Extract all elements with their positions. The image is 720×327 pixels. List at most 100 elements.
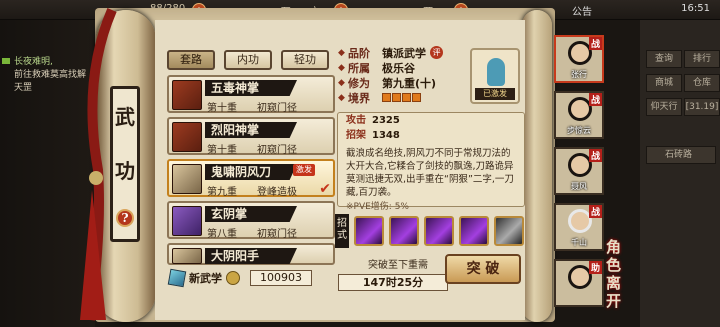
- clock: 16:51: [681, 3, 710, 14]
- realm-label: 境界: [348, 92, 370, 105]
- move-icon-2[interactable]: [389, 216, 419, 246]
- parry-label: 招架: [346, 130, 366, 141]
- skill-stats: 攻击 2325 招架 1348 截浪成名绝技,阴风刀不同于常规刀法的大开大合,它糅合…: [337, 112, 525, 212]
- skill-name: 烈阳神掌: [205, 122, 297, 138]
- skill-tabs: 套路 内功 轻功: [167, 50, 329, 70]
- skill-points-value: 100903: [250, 270, 312, 286]
- skill-book-icon: [172, 164, 202, 194]
- battle-badge: 战: [588, 37, 602, 50]
- skill-book-icon: [172, 122, 202, 152]
- moves-label: 招式: [335, 214, 349, 248]
- rank-button[interactable]: 排行: [684, 50, 720, 68]
- parry-stat: 招架 1348: [346, 128, 524, 143]
- skill-item-1[interactable]: 五毒神掌 第十重 初窥门径: [167, 75, 335, 114]
- skill-level: 第十重: [207, 103, 237, 114]
- diamond-icon: ◆: [338, 78, 345, 88]
- parry-value: 1348: [372, 130, 400, 141]
- breakthrough-requirement: 突破至下重需: [368, 260, 428, 271]
- skill-name: 鬼啸阴风刀: [205, 164, 297, 180]
- skill-list: 五毒神掌 第十重 初窥门径 烈阳神掌 第十重 初窥门径 鬼啸阴风刀 激发 第九重…: [167, 75, 335, 269]
- skill-item-5[interactable]: 大阴阳手: [167, 243, 335, 265]
- diamond-icon: ◆: [338, 93, 345, 103]
- diamond-icon: ◆: [338, 48, 345, 58]
- skill-book-icon: [172, 206, 202, 236]
- title-char-1: 武: [115, 105, 135, 130]
- skill-level: 第十重: [207, 145, 237, 156]
- new-skill-label[interactable]: 新武学: [189, 270, 222, 286]
- battle-badge: 战: [588, 149, 602, 162]
- skill-rank: 初窥门径: [257, 229, 297, 240]
- new-skill-bar: 新武学 100903: [167, 268, 337, 288]
- tab-light-skill[interactable]: 轻功: [281, 50, 329, 70]
- skill-rank: 初窥门径: [257, 145, 297, 156]
- character-card[interactable]: 战 步惊云: [554, 91, 604, 139]
- move-icon-4[interactable]: [459, 216, 489, 246]
- martial-arts-title: 武 功 ?: [110, 86, 140, 242]
- character-list: 战 张行 战 步惊云 战 聂风 战 千山 助: [554, 35, 610, 327]
- tab-routine[interactable]: 套路: [167, 50, 215, 70]
- content-area: 套路 内功 轻功 五毒神掌 第十重 初窥门径 烈阳神掌 第十重 初窥门径 鬼啸阴…: [155, 20, 525, 320]
- storage-button[interactable]: 仓库: [684, 74, 720, 92]
- skill-rank: 登峰造极: [257, 187, 297, 198]
- attack-stat: 攻击 2325: [346, 113, 524, 128]
- coin-icon: [226, 271, 240, 285]
- sect-label: 所属: [348, 62, 370, 75]
- notice-button[interactable]: 公告: [572, 3, 592, 18]
- attack-label: 攻击: [346, 115, 366, 126]
- attack-value: 2325: [372, 115, 400, 126]
- character-card[interactable]: 战 千山: [554, 203, 604, 251]
- battle-badge: 战: [588, 93, 602, 106]
- skill-item-3[interactable]: 鬼啸阴风刀 激发 第九重 登峰造极 ✔: [167, 159, 335, 198]
- skill-book-icon: [172, 80, 202, 110]
- character-card[interactable]: 助: [554, 259, 604, 307]
- query-button[interactable]: 查询: [646, 50, 682, 68]
- right-menu: 查询 排行 商城 仓库 仰天行 [31.19] 石砖路: [640, 20, 720, 327]
- battle-badge: 战: [588, 205, 602, 218]
- moves-row: 招式: [335, 214, 524, 248]
- pve-bonus: ※PVE增伤: 5%: [346, 202, 409, 212]
- grade-value: 镇派武学: [382, 47, 426, 60]
- meditating-figure-icon: [487, 58, 505, 86]
- skill-rank: 初窥门径: [257, 103, 297, 114]
- shop-button[interactable]: 商城: [646, 74, 682, 92]
- skill-level: 第八重: [207, 229, 237, 240]
- help-icon[interactable]: ?: [116, 208, 134, 227]
- character-name: 张行: [571, 70, 587, 79]
- move-icon-1[interactable]: [354, 216, 384, 246]
- move-icon-3[interactable]: [424, 216, 454, 246]
- cultivation-label: 修为: [348, 77, 370, 90]
- tab-inner-skill[interactable]: 内功: [224, 50, 272, 70]
- assist-badge: 助: [588, 261, 602, 274]
- checkmark-icon: ✔: [319, 181, 331, 197]
- character-name: 步惊云: [567, 126, 591, 135]
- skill-description: 截浪成名绝技,阴风刀不同于常规刀法的大开大合,它糅合了剑技的飘逸,刀路诡异莫测迅…: [346, 148, 514, 198]
- skill-name: 玄阴掌: [205, 206, 297, 222]
- skill-item-4[interactable]: 玄阴掌 第八重 初窥门径: [167, 201, 335, 240]
- realm-progress: [382, 93, 421, 106]
- map-location[interactable]: 石砖路: [646, 146, 716, 164]
- skill-name: 五毒神掌: [205, 80, 297, 96]
- figure-caption: 已激发: [475, 88, 515, 100]
- skill-book-icon: [172, 248, 202, 264]
- skill-item-2[interactable]: 烈阳神掌 第十重 初窥门径: [167, 117, 335, 156]
- diamond-icon: ◆: [338, 63, 345, 73]
- character-name: 千山: [571, 238, 587, 247]
- activated-badge: 激发: [293, 164, 315, 176]
- quest-marker: [2, 58, 10, 64]
- character-card[interactable]: 战 张行: [554, 35, 604, 83]
- coordinates: [31.19]: [684, 98, 720, 116]
- skill-figure: 已激发: [470, 48, 520, 104]
- title-char-2: 功: [115, 158, 135, 183]
- breakthrough-time: 147时25分: [338, 274, 448, 291]
- role-leave-label[interactable]: 角色离开: [606, 238, 630, 310]
- skill-level: 第九重: [207, 187, 237, 198]
- grade-label: 品阶: [348, 47, 370, 60]
- new-skill-icon[interactable]: [167, 268, 187, 288]
- character-name: 聂风: [571, 182, 587, 191]
- character-card[interactable]: 战 聂风: [554, 147, 604, 195]
- move-icon-5[interactable]: [494, 216, 524, 246]
- breakthrough-button[interactable]: 突 破: [445, 254, 521, 284]
- cultivation-value: 第九重(十): [382, 77, 437, 90]
- sect-value: 极乐谷: [382, 62, 415, 75]
- grade-badge[interactable]: 评: [430, 46, 443, 59]
